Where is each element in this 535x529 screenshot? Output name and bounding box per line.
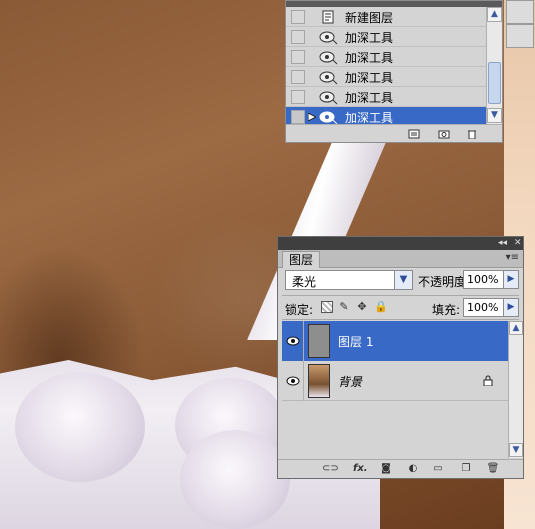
scroll-up-icon[interactable]: ▲	[509, 321, 523, 335]
history-list: 新建图层 加深工具 加深工具 加深工具 加深工具 加深工具	[286, 7, 486, 127]
scroll-down-icon[interactable]: ▼	[509, 443, 523, 457]
layers-panel: ◂◂ ✕ 图层 ▾≡ 柔光 ▼ 不透明度: 100% ▶ 锁定: ✎ ✥ 🔒 填…	[277, 236, 524, 479]
snapshot-checkbox[interactable]	[291, 30, 305, 44]
blend-mode-select[interactable]: 柔光 ▼	[285, 270, 413, 290]
snapshot-checkbox[interactable]	[291, 70, 305, 84]
chevron-down-icon[interactable]: ▼	[394, 271, 412, 289]
layers-footer: ⊂⊃ fx. ◙ ◐ ▭ ❐ 🗑	[278, 459, 523, 478]
history-panel: 新建图层 加深工具 加深工具 加深工具 加深工具 加深工具 ▲ ▼	[285, 0, 503, 143]
history-scrollbar[interactable]: ▲ ▼	[486, 7, 502, 124]
history-item[interactable]: 加深工具	[286, 47, 486, 67]
lock-position-move-icon[interactable]: ✥	[356, 301, 368, 313]
mask-icon[interactable]: ◙	[379, 463, 393, 475]
lock-transparency-icon[interactable]	[321, 301, 333, 313]
burn-tool-icon	[319, 91, 338, 105]
collapse-icon[interactable]: ◂◂	[498, 237, 507, 250]
scroll-thumb[interactable]	[488, 62, 501, 104]
history-item-label: 加深工具	[345, 31, 394, 45]
history-item[interactable]: 加深工具	[286, 67, 486, 87]
history-item[interactable]: 新建图层	[286, 7, 486, 27]
snapshot-checkbox[interactable]	[291, 110, 305, 124]
tab-layers[interactable]: 图层	[282, 251, 321, 268]
blend-mode-value: 柔光	[292, 275, 317, 289]
trash-icon[interactable]	[466, 129, 478, 139]
layers-scrollbar[interactable]: ▲ ▼	[508, 321, 523, 458]
layer-row-selected[interactable]: 图层 1	[282, 321, 508, 361]
layer-row[interactable]: 背景	[282, 361, 508, 401]
adjustment-icon[interactable]: ◐	[406, 463, 420, 475]
history-item-label: 加深工具	[345, 51, 394, 65]
lock-all-icon[interactable]: 🔒	[374, 301, 388, 313]
new-layer-icon[interactable]: ❐	[459, 463, 473, 475]
divider	[282, 295, 519, 296]
snapshot-checkbox[interactable]	[291, 90, 305, 104]
new-layer-icon	[322, 10, 334, 24]
panel-menu-icon[interactable]: ▾≡	[506, 252, 519, 263]
new-document-icon[interactable]	[408, 129, 420, 139]
history-brush-icon[interactable]	[506, 24, 534, 48]
fill-slider-arrow-icon[interactable]: ▶	[503, 298, 519, 317]
scroll-down-icon[interactable]: ▼	[487, 108, 502, 123]
link-icon[interactable]: ⊂⊃	[322, 463, 339, 475]
history-item-label: 加深工具	[345, 71, 394, 85]
fill-label: 填充:	[432, 303, 461, 317]
layer-thumbnail	[308, 364, 330, 398]
history-item[interactable]: 加深工具	[286, 27, 486, 47]
layer-lock-icon	[483, 375, 493, 386]
navigator-icon[interactable]	[506, 0, 534, 24]
eye-icon	[286, 376, 299, 386]
divider	[282, 319, 519, 320]
history-item[interactable]: 加深工具	[286, 87, 486, 107]
opacity-input[interactable]: 100%	[463, 270, 504, 289]
history-item-label: 新建图层	[345, 11, 394, 25]
layers-title-bar[interactable]: ◂◂ ✕	[278, 237, 523, 250]
close-icon[interactable]: ✕	[514, 237, 522, 250]
snapshot-checkbox[interactable]	[291, 50, 305, 64]
history-item-label: 加深工具	[345, 91, 394, 105]
history-footer	[286, 124, 502, 142]
group-folder-icon[interactable]: ▭	[431, 463, 445, 475]
layer-thumbnail	[308, 324, 330, 358]
burn-tool-icon	[319, 51, 338, 65]
lock-pixels-brush-icon[interactable]: ✎	[338, 301, 350, 313]
ruffle-bottom	[180, 430, 290, 529]
scroll-up-icon[interactable]: ▲	[487, 7, 502, 22]
layer-name[interactable]: 图层 1	[338, 333, 373, 350]
visibility-eye-icon[interactable]	[282, 361, 304, 401]
trash-icon[interactable]: 🗑	[486, 463, 500, 475]
snapshot-camera-icon[interactable]	[438, 129, 450, 139]
burn-tool-icon	[319, 71, 338, 85]
eye-icon	[286, 336, 299, 346]
burn-tool-icon	[319, 111, 338, 125]
fill-input[interactable]: 100%	[463, 298, 504, 317]
visibility-eye-icon[interactable]	[282, 321, 304, 361]
opacity-slider-arrow-icon[interactable]: ▶	[503, 270, 519, 289]
lock-label: 锁定:	[285, 303, 314, 317]
fx-icon[interactable]: fx.	[353, 463, 368, 475]
history-state-arrow-icon	[308, 113, 316, 121]
ruffle-left	[15, 372, 145, 482]
burn-tool-icon	[319, 31, 338, 45]
layer-name[interactable]: 背景	[338, 373, 362, 390]
snapshot-checkbox[interactable]	[291, 10, 305, 24]
layers-tab-bar: 图层 ▾≡	[278, 250, 523, 268]
